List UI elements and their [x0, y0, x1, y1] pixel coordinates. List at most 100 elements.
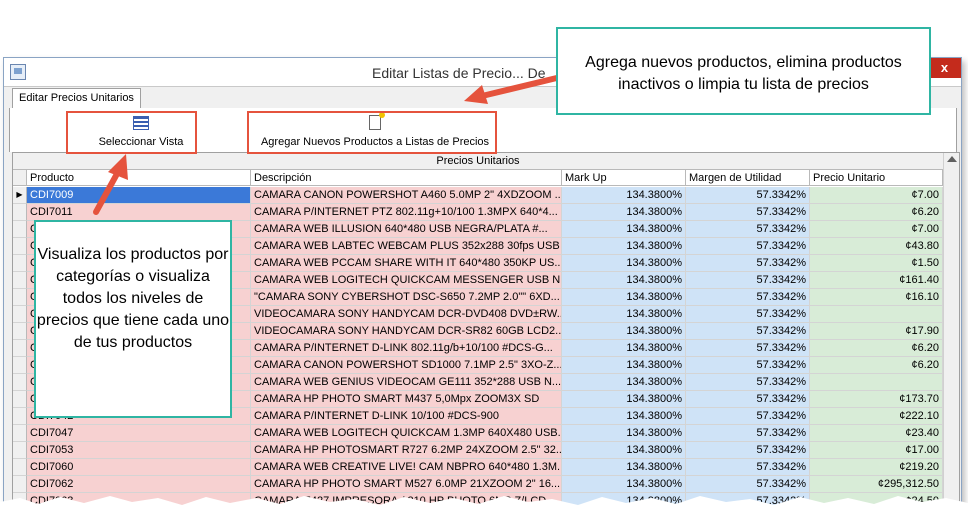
table-row[interactable]: CDI7053 CAMARA HP PHOTOSMART R727 6.2MP 2…	[13, 442, 943, 459]
cell-producto[interactable]: CDI7047	[27, 425, 251, 442]
cell-descripcion[interactable]: "CAMARA SONY CYBERSHOT DSC-S650 7.2MP 2.…	[251, 289, 562, 306]
column-header-margen[interactable]: Margen de Utilidad	[686, 170, 810, 186]
column-header-markup[interactable]: Mark Up	[562, 170, 686, 186]
cell-producto[interactable]: CDI7062	[27, 476, 251, 493]
row-indicator	[13, 272, 27, 289]
cell-descripcion[interactable]: CAMARA WEB ILLUSION 640*480 USB NEGRA/PL…	[251, 221, 562, 238]
cell-producto[interactable]: CDI7053	[27, 442, 251, 459]
cell-margen[interactable]: 57.3342%	[686, 323, 810, 340]
cell-descripcion[interactable]: CAMARA WEB CREATIVE LIVE! CAM NBPRO 640*…	[251, 459, 562, 476]
cell-descripcion[interactable]: CAMARA WEB PCCAM SHARE WITH IT 640*480 3…	[251, 255, 562, 272]
cell-precio[interactable]: ¢16.10	[810, 289, 943, 306]
cell-margen[interactable]: 57.3342%	[686, 272, 810, 289]
cell-precio[interactable]: ¢23.40	[810, 425, 943, 442]
cell-descripcion[interactable]: CAMARA HP PHOTOSMART R727 6.2MP 24XZOOM …	[251, 442, 562, 459]
tab-editar-precios-unitarios[interactable]: Editar Precios Unitarios	[12, 88, 141, 109]
cell-descripcion[interactable]: CAMARA WEB LABTEC WEBCAM PLUS 352x288 30…	[251, 238, 562, 255]
cell-margen[interactable]: 57.3342%	[686, 374, 810, 391]
cell-precio[interactable]: ¢161.40	[810, 272, 943, 289]
column-header-precio[interactable]: Precio Unitario	[810, 170, 943, 186]
cell-margen[interactable]: 57.3342%	[686, 255, 810, 272]
cell-precio[interactable]: ¢7.00	[810, 187, 943, 204]
cell-markup[interactable]: 134.3800%	[562, 187, 686, 204]
cell-precio[interactable]: ¢1.50	[810, 255, 943, 272]
cell-descripcion[interactable]: CAMARA WEB LOGITECH QUICKCAM 1.3MP 640X4…	[251, 425, 562, 442]
cell-precio[interactable]: ¢6.20	[810, 357, 943, 374]
close-button[interactable]: x	[928, 58, 961, 78]
cell-descripcion[interactable]: CAMARA P/INTERNET PTZ 802.11g+10/100 1.3…	[251, 204, 562, 221]
cell-markup[interactable]: 134.3800%	[562, 323, 686, 340]
cell-markup[interactable]: 134.3800%	[562, 425, 686, 442]
cell-margen[interactable]: 57.3342%	[686, 442, 810, 459]
cell-markup[interactable]: 134.3800%	[562, 306, 686, 323]
cell-precio[interactable]: ¢219.20	[810, 459, 943, 476]
cell-markup[interactable]: 134.3800%	[562, 221, 686, 238]
cell-markup[interactable]: 134.3800%	[562, 340, 686, 357]
row-indicator	[13, 476, 27, 493]
cell-margen[interactable]: 57.3342%	[686, 187, 810, 204]
cell-descripcion[interactable]: CAMARA CANON POWERSHOT SD1000 7.1MP 2.5"…	[251, 357, 562, 374]
cell-descripcion[interactable]: VIDEOCAMARA SONY HANDYCAM DCR-DVD408 DVD…	[251, 306, 562, 323]
callout-select-view: Visualiza los productos por categorías o…	[34, 220, 232, 418]
cell-margen[interactable]: 57.3342%	[686, 425, 810, 442]
table-row[interactable]: CDI7047 CAMARA WEB LOGITECH QUICKCAM 1.3M…	[13, 425, 943, 442]
cell-margen[interactable]: 57.3342%	[686, 357, 810, 374]
cell-markup[interactable]: 134.3800%	[562, 459, 686, 476]
cell-precio[interactable]	[810, 374, 943, 391]
cell-precio[interactable]: ¢6.20	[810, 204, 943, 221]
cell-producto[interactable]: CDI7009	[27, 187, 251, 204]
cell-descripcion[interactable]: CAMARA WEB LOGITECH QUICKCAM MESSENGER U…	[251, 272, 562, 289]
cell-markup[interactable]: 134.3800%	[562, 476, 686, 493]
cell-margen[interactable]: 57.3342%	[686, 476, 810, 493]
cell-precio[interactable]: ¢43.80	[810, 238, 943, 255]
cell-descripcion[interactable]: CAMARA HP PHOTO SMART M437 5,0Mpx ZOOM3X…	[251, 391, 562, 408]
row-indicator	[13, 459, 27, 476]
cell-producto[interactable]: CDI7011	[27, 204, 251, 221]
cell-margen[interactable]: 57.3342%	[686, 221, 810, 238]
callout-add-products: Agrega nuevos productos, elimina product…	[556, 27, 931, 115]
cell-precio[interactable]: ¢17.90	[810, 323, 943, 340]
table-row[interactable]: ▶ CDI7009 CAMARA CANON POWERSHOT A460 5.0M…	[13, 187, 943, 204]
cell-markup[interactable]: 134.3800%	[562, 391, 686, 408]
cell-margen[interactable]: 57.3342%	[686, 238, 810, 255]
cell-descripcion[interactable]: CAMARA P/INTERNET D-LINK 802.11g/b+10/10…	[251, 340, 562, 357]
cell-precio[interactable]	[810, 306, 943, 323]
cell-markup[interactable]: 134.3800%	[562, 238, 686, 255]
cell-descripcion[interactable]: CAMARA CANON POWERSHOT A460 5.0MP 2" 4XD…	[251, 187, 562, 204]
cell-precio[interactable]: ¢17.00	[810, 442, 943, 459]
scroll-up-arrow-icon[interactable]	[947, 156, 957, 162]
row-indicator: ▶	[13, 187, 27, 204]
cell-precio[interactable]: ¢295,312.50	[810, 476, 943, 493]
cell-markup[interactable]: 134.3800%	[562, 408, 686, 425]
cell-markup[interactable]: 134.3800%	[562, 442, 686, 459]
cell-margen[interactable]: 57.3342%	[686, 204, 810, 221]
cell-markup[interactable]: 134.3800%	[562, 255, 686, 272]
cell-precio[interactable]: ¢6.20	[810, 340, 943, 357]
table-row[interactable]: CDI7062 CAMARA HP PHOTO SMART M527 6.0MP …	[13, 476, 943, 493]
table-row[interactable]: CDI7011 CAMARA P/INTERNET PTZ 802.11g+10/…	[13, 204, 943, 221]
cell-descripcion[interactable]: CAMARA HP PHOTO SMART M527 6.0MP 21XZOOM…	[251, 476, 562, 493]
cell-margen[interactable]: 57.3342%	[686, 459, 810, 476]
cell-markup[interactable]: 134.3800%	[562, 204, 686, 221]
cell-markup[interactable]: 134.3800%	[562, 374, 686, 391]
cell-margen[interactable]: 57.3342%	[686, 391, 810, 408]
column-header-producto[interactable]: Producto	[27, 170, 251, 186]
cell-descripcion[interactable]: CAMARA P/INTERNET D-LINK 10/100 #DCS-900	[251, 408, 562, 425]
cell-precio[interactable]: ¢7.00	[810, 221, 943, 238]
cell-precio[interactable]: ¢222.10	[810, 408, 943, 425]
row-indicator	[13, 204, 27, 221]
cell-descripcion[interactable]: VIDEOCAMARA SONY HANDYCAM DCR-SR82 60GB …	[251, 323, 562, 340]
cell-markup[interactable]: 134.3800%	[562, 272, 686, 289]
cell-producto[interactable]: CDI7060	[27, 459, 251, 476]
cell-precio[interactable]: ¢173.70	[810, 391, 943, 408]
cell-markup[interactable]: 134.3800%	[562, 289, 686, 306]
cell-markup[interactable]: 134.3800%	[562, 357, 686, 374]
cell-margen[interactable]: 57.3342%	[686, 306, 810, 323]
cell-margen[interactable]: 57.3342%	[686, 340, 810, 357]
table-row[interactable]: CDI7060 CAMARA WEB CREATIVE LIVE! CAM NBP…	[13, 459, 943, 476]
vertical-scrollbar[interactable]	[943, 153, 959, 520]
cell-margen[interactable]: 57.3342%	[686, 408, 810, 425]
column-header-descripcion[interactable]: Descripción	[251, 170, 562, 186]
cell-descripcion[interactable]: CAMARA WEB GENIUS VIDEOCAM GE111 352*288…	[251, 374, 562, 391]
cell-margen[interactable]: 57.3342%	[686, 289, 810, 306]
